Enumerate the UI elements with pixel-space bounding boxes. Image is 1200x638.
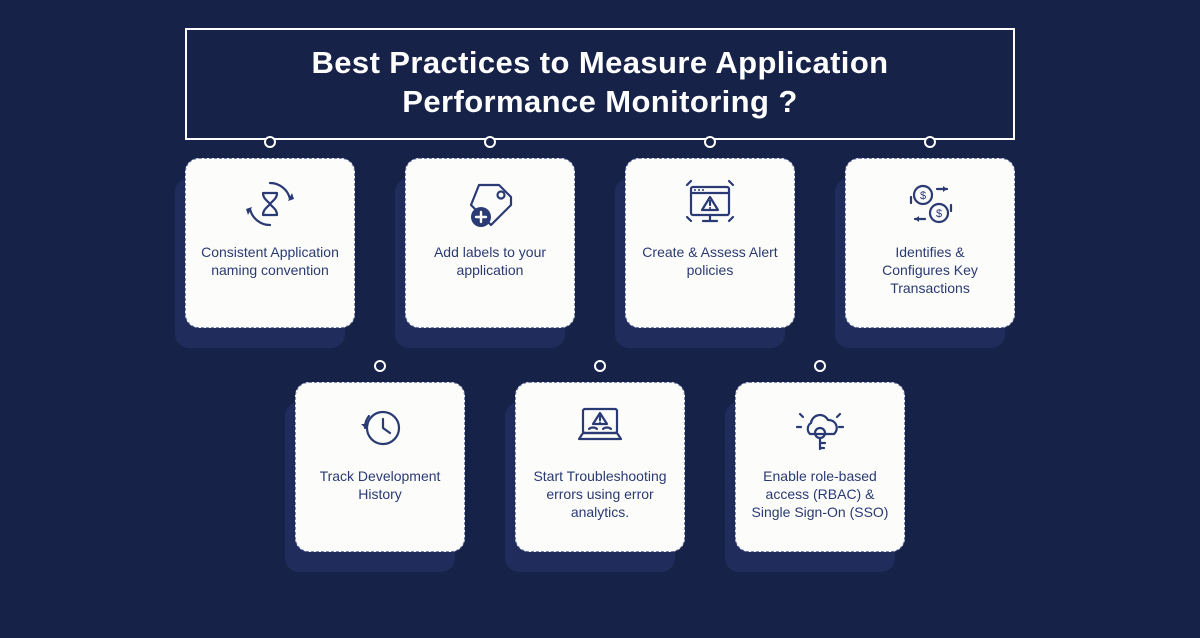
title-line1: Best Practices to Measure Application xyxy=(207,44,993,83)
card-rbac-sso: Enable role-based access (RBAC) & Single… xyxy=(735,382,905,562)
title-line2: Performance Monitoring ? xyxy=(207,83,993,122)
card-label: Enable role-based access (RBAC) & Single… xyxy=(746,467,894,522)
title-box: Best Practices to Measure Application Pe… xyxy=(185,28,1015,140)
card-label: Create & Assess Alert policies xyxy=(636,243,784,279)
card-label: Track Development History xyxy=(306,467,454,503)
clock-history-icon xyxy=(351,399,409,457)
card-add-labels: Add labels to your application xyxy=(405,158,575,338)
card-troubleshoot-errors: Start Troubleshooting errors using error… xyxy=(515,382,685,562)
card-dot xyxy=(704,136,716,148)
cards-area: Consistent Application naming convention… xyxy=(0,158,1200,606)
card-label: Identifies & Configures Key Transactions xyxy=(856,243,1004,298)
card-label: Consistent Application naming convention xyxy=(196,243,344,279)
card-dot xyxy=(924,136,936,148)
card-naming-convention: Consistent Application naming convention xyxy=(185,158,355,338)
laptop-error-icon xyxy=(571,399,629,457)
card-key-transactions: Identifies & Configures Key Transactions xyxy=(845,158,1015,338)
money-transfer-icon xyxy=(901,175,959,233)
hourglass-cycle-icon xyxy=(241,175,299,233)
card-label: Add labels to your application xyxy=(416,243,564,279)
cards-row-1: Consistent Application naming convention… xyxy=(0,158,1200,338)
card-label: Start Troubleshooting errors using error… xyxy=(526,467,674,522)
card-alert-policies: Create & Assess Alert policies xyxy=(625,158,795,338)
card-track-history: Track Development History xyxy=(295,382,465,562)
cloud-key-icon xyxy=(791,399,849,457)
card-dot xyxy=(814,360,826,372)
card-dot xyxy=(594,360,606,372)
alert-monitor-icon xyxy=(681,175,739,233)
cards-row-2: Track Development History Start Troubles… xyxy=(0,382,1200,562)
card-dot xyxy=(264,136,276,148)
card-dot xyxy=(374,360,386,372)
tag-plus-icon xyxy=(461,175,519,233)
card-dot xyxy=(484,136,496,148)
